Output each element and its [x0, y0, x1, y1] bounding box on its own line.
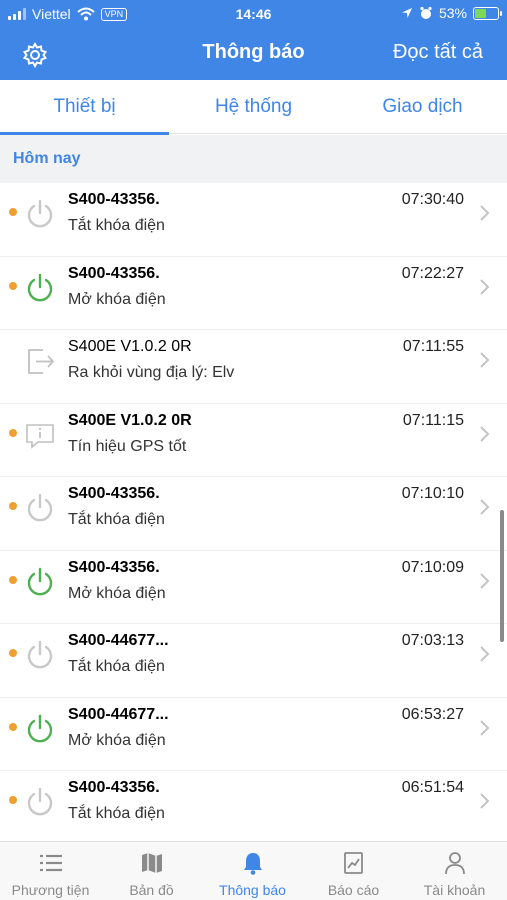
power-on-icon [24, 272, 56, 304]
category-tabs: Thiết bị Hệ thống Giao dịch [0, 80, 507, 135]
section-header: Hôm nay [0, 135, 507, 183]
notification-message: Tín hiệu GPS tốt [68, 437, 187, 455]
notification-message: Mở khóa điện [68, 584, 166, 602]
notification-title: S400-43356. [68, 558, 160, 576]
power-off-icon [24, 786, 56, 818]
chevron-right-icon [479, 645, 491, 663]
notification-title: S400-43356. [68, 264, 160, 282]
location-arrow-icon [401, 8, 412, 18]
power-off-icon [24, 492, 56, 524]
user-icon [445, 852, 465, 875]
notification-message: Tắt khóa điện [68, 511, 165, 528]
tabbar-vehicles[interactable]: Phương tiện [0, 842, 101, 900]
chevron-right-icon [479, 498, 491, 516]
notification-title: S400E V1.0.2 0R [68, 338, 192, 355]
notification-time: 06:53:27 [401, 705, 464, 723]
notification-row[interactable]: S400E V1.0.2 0R Tín hiệu GPS tốt 07:11:15 [0, 404, 507, 477]
tabbar-label: Bản đồ [129, 882, 174, 898]
app-header: Viettel VPN 14:46 53% Thông báo Đọc tất … [0, 0, 507, 80]
tab-transactions[interactable]: Giao dịch [338, 80, 507, 134]
tab-system[interactable]: Hệ thống [169, 80, 338, 134]
map-icon [142, 853, 162, 873]
unread-dot [9, 428, 17, 437]
notification-message: Ra khỏi vùng địa lý: Elv [68, 364, 235, 381]
unread-dot [9, 649, 17, 657]
tabbar-map[interactable]: Bản đồ [101, 842, 202, 900]
notification-row[interactable]: S400E V1.0.2 0R Ra khỏi vùng địa lý: Elv 0… [0, 330, 507, 404]
notification-message: Tắt khóa điện [68, 217, 165, 234]
notification-title: S400-44677... [68, 705, 169, 723]
chevron-right-icon [479, 425, 491, 443]
exit-zone-icon [24, 345, 56, 377]
battery-percent: 53% [438, 5, 467, 21]
scrollbar[interactable] [500, 510, 504, 642]
bell-icon [244, 853, 262, 875]
status-bar: Viettel VPN 14:46 53% [0, 0, 507, 28]
notification-message: Tắt khóa điện [68, 805, 165, 822]
notification-time: 07:10:09 [401, 558, 464, 576]
mark-all-read-button[interactable]: Đọc tất cả [393, 41, 483, 64]
notification-title: S400-43356. [68, 191, 160, 208]
notification-list: S400-43356. Tắt khóa điện 07:30:40 S400-433… [0, 183, 507, 845]
notification-time: 07:11:55 [402, 338, 464, 355]
notification-time: 07:10:10 [401, 485, 464, 502]
chevron-right-icon [479, 719, 491, 737]
notification-row[interactable]: S400-44677... Tắt khóa điện 07:03:13 [0, 624, 507, 698]
notification-row[interactable]: S400-44677... Mở khóa điện 06:53:27 [0, 698, 507, 771]
unread-dot [9, 502, 17, 510]
notification-row[interactable]: S400-43356. Mở khóa điện 07:10:09 [0, 551, 507, 624]
unread-dot [9, 575, 17, 584]
info-message-icon [24, 419, 56, 451]
power-on-icon [24, 566, 56, 598]
notification-message: Mở khóa điện [68, 290, 166, 308]
tabbar-account[interactable]: Tài khoản [404, 842, 505, 900]
tabbar-notifications[interactable]: Thông báo [202, 842, 303, 900]
notification-time: 07:30:40 [401, 191, 464, 208]
notification-row[interactable]: S400-43356. Tắt khóa điện 07:30:40 [0, 183, 507, 257]
report-icon [344, 852, 363, 874]
unread-dot [9, 208, 17, 216]
notification-time: 06:51:54 [401, 779, 464, 796]
notification-row[interactable]: S400-43356. Tắt khóa điện 07:10:10 [0, 477, 507, 551]
tabbar-reports[interactable]: Báo cáo [303, 842, 404, 900]
unread-dot [9, 281, 17, 290]
battery-icon [473, 6, 502, 20]
chevron-right-icon [479, 278, 491, 296]
list-icon [40, 854, 62, 872]
chevron-right-icon [479, 572, 491, 590]
tab-devices[interactable]: Thiết bị [0, 80, 169, 135]
notification-row[interactable]: S400-43356. Mở khóa điện 07:22:27 [0, 257, 507, 330]
unread-dot [9, 722, 17, 731]
tabbar-label: Tài khoản [423, 882, 486, 898]
notification-title: S400-43356. [68, 779, 160, 796]
power-on-icon [24, 713, 56, 745]
section-title: Hôm nay [13, 150, 81, 167]
notification-time: 07:11:15 [402, 411, 464, 429]
chevron-right-icon [479, 351, 491, 369]
power-off-icon [24, 639, 56, 671]
tabbar-label: Phương tiện [11, 882, 90, 898]
unread-dot [9, 796, 17, 804]
notification-title: S400E V1.0.2 0R [68, 411, 192, 429]
notification-message: Mở khóa điện [68, 731, 166, 749]
notification-time: 07:22:27 [401, 264, 464, 282]
power-off-icon [24, 198, 56, 230]
notification-time: 07:03:13 [401, 632, 464, 649]
notification-row[interactable]: S400-43356. Tắt khóa điện 06:51:54 [0, 771, 507, 845]
alarm-icon [420, 6, 432, 19]
notification-title: S400-44677... [68, 632, 169, 649]
tabbar-label: Thông báo [219, 882, 286, 898]
nav-bar: Thông báo Đọc tất cả [0, 28, 507, 80]
notification-title: S400-43356. [68, 485, 160, 502]
notification-message: Tắt khóa điện [68, 658, 165, 675]
chevron-right-icon [479, 792, 491, 810]
chevron-right-icon [479, 204, 491, 222]
bottom-tab-bar: Phương tiện Bản đồ Thông báo Báo cáo Tài… [0, 841, 507, 900]
tabbar-label: Báo cáo [327, 882, 380, 898]
